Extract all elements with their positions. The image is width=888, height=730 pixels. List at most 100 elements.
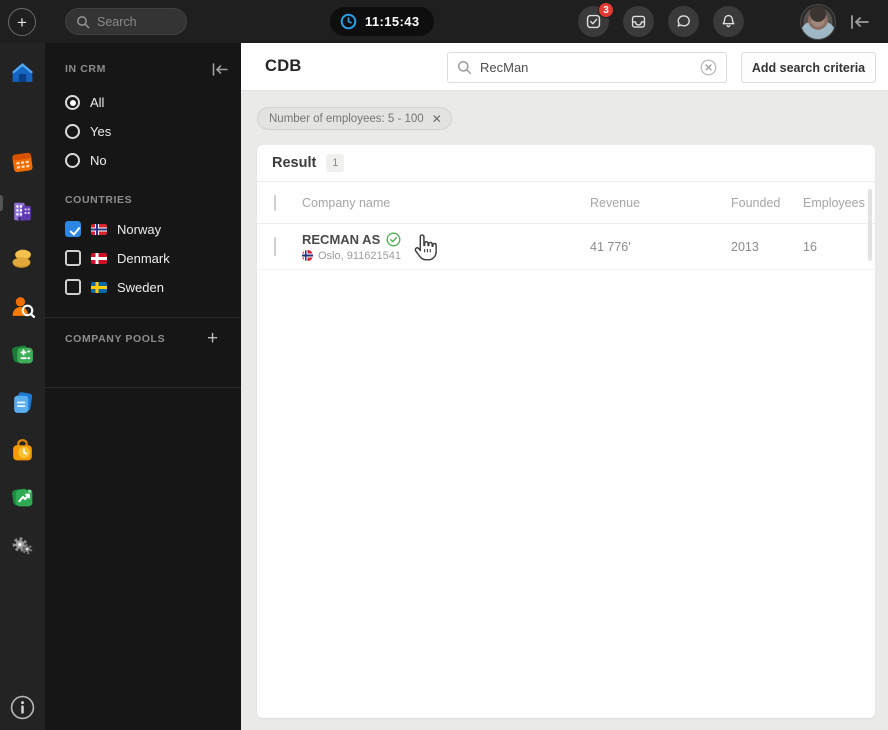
radio-option-all[interactable]: All	[65, 95, 104, 110]
norway-flag-icon	[302, 250, 313, 261]
radio-option-no[interactable]: No	[65, 153, 107, 168]
reports-icon	[9, 484, 36, 511]
radio-icon	[65, 153, 80, 168]
global-search-input[interactable]	[97, 14, 177, 29]
column-employees[interactable]: Employees	[803, 196, 875, 210]
revenue-value: 41 776'	[590, 239, 631, 254]
calculator-icon	[9, 341, 36, 368]
info-icon	[9, 694, 36, 721]
search-icon	[457, 60, 472, 75]
results-panel: Result 1 Company name Revenue Founded Em…	[257, 145, 875, 718]
radio-option-yes[interactable]: Yes	[65, 124, 111, 139]
time-bag-icon	[9, 437, 36, 464]
rail-item-reports[interactable]	[9, 484, 36, 511]
column-company-name[interactable]: Company name	[302, 196, 590, 210]
checkbox-icon	[65, 250, 81, 266]
rail-item-candidates[interactable]	[9, 245, 36, 272]
country-option-sweden[interactable]: Sweden	[65, 279, 164, 295]
filter-sidebar: IN CRM All Yes No COUNTRIES Norway Denma…	[45, 43, 241, 730]
inbox-icon	[630, 13, 647, 30]
rail-item-sourcing[interactable]	[9, 293, 36, 320]
row-checkbox[interactable]	[274, 236, 276, 256]
rail-item-economy[interactable]	[9, 341, 36, 368]
chat-icon	[675, 13, 692, 30]
add-company-pool-button[interactable]: +	[207, 329, 218, 348]
company-pools-section-title: COMPANY POOLS	[65, 333, 166, 345]
tasks-button[interactable]: 3	[578, 2, 614, 37]
country-option-denmark[interactable]: Denmark	[65, 250, 170, 266]
home-icon	[9, 59, 36, 86]
countries-section-title: COUNTRIES	[65, 194, 133, 206]
notifications-button[interactable]	[713, 6, 744, 37]
cdb-search	[447, 52, 727, 83]
add-search-criteria-button[interactable]: Add search criteria	[741, 52, 876, 83]
clear-search-icon[interactable]	[700, 59, 717, 76]
global-search[interactable]	[65, 8, 187, 35]
country-label: Denmark	[117, 250, 170, 266]
employees-value: 16	[803, 239, 817, 254]
rail-item-settings[interactable]	[9, 532, 36, 559]
column-founded[interactable]: Founded	[731, 196, 803, 210]
country-option-norway[interactable]: Norway	[65, 221, 161, 237]
page-header: CDB Add search criteria	[241, 43, 888, 91]
rail-item-companies[interactable]	[9, 197, 36, 224]
table-row[interactable]: RECMAN AS Oslo, 911621541 41 776' 2013 1…	[257, 224, 875, 270]
collapse-panel-button[interactable]	[848, 12, 872, 32]
company-location: Oslo, 911621541	[318, 249, 401, 262]
checkbox-icon	[65, 279, 81, 295]
checkbox-checked-icon	[65, 221, 81, 237]
radio-label: No	[90, 153, 107, 168]
column-revenue[interactable]: Revenue	[590, 196, 731, 210]
collapse-left-icon	[848, 12, 872, 32]
norway-flag-icon	[91, 223, 107, 235]
settings-gears-icon	[9, 532, 36, 559]
plus-icon: +	[17, 12, 27, 32]
inbox-button[interactable]	[623, 6, 654, 37]
top-bar: + 11:15:43 3	[0, 0, 888, 43]
radio-label: Yes	[90, 124, 112, 139]
page-title: CDB	[265, 57, 302, 75]
divider	[45, 317, 241, 318]
cdb-search-input[interactable]	[480, 60, 692, 75]
time-tracker[interactable]: 11:15:43	[330, 7, 434, 36]
table-header-row: Company name Revenue Founded Employees	[257, 182, 875, 224]
main-content: CDB Add search criteria Number of employ…	[241, 43, 888, 730]
bell-icon	[720, 13, 737, 30]
company-name-link[interactable]: RECMAN AS	[302, 232, 380, 247]
country-label: Norway	[117, 221, 162, 237]
person-search-icon	[9, 293, 36, 320]
radio-icon	[65, 124, 80, 139]
add-new-button[interactable]: +	[8, 8, 36, 36]
filter-chip-employees: Number of employees: 5 - 100 ✕	[257, 107, 452, 130]
chat-button[interactable]	[668, 6, 699, 37]
rail-item-documents[interactable]	[9, 389, 36, 416]
verified-icon	[386, 232, 401, 247]
notification-badge: 3	[598, 2, 614, 18]
calendar-icon	[9, 149, 36, 176]
divider	[45, 387, 241, 388]
rail-item-home[interactable]	[9, 59, 36, 86]
sidebar-collapse-button[interactable]	[211, 62, 229, 77]
clock-icon	[340, 13, 357, 30]
clock-time: 11:15:43	[365, 14, 420, 29]
app-rail	[0, 43, 45, 730]
select-all-checkbox[interactable]	[274, 194, 276, 211]
remove-filter-icon[interactable]: ✕	[432, 113, 442, 125]
candidates-icon	[9, 245, 36, 272]
filter-chip-text: Number of employees: 5 - 100	[269, 112, 424, 125]
rail-item-time[interactable]	[9, 437, 36, 464]
country-label: Sweden	[117, 279, 164, 295]
topbar-actions: 3	[578, 0, 888, 43]
user-avatar[interactable]	[800, 3, 836, 40]
radio-icon	[65, 95, 80, 110]
search-icon	[76, 15, 90, 29]
rail-item-info[interactable]	[9, 694, 36, 721]
documents-icon	[9, 389, 36, 416]
company-cell: RECMAN AS Oslo, 911621541	[302, 232, 590, 262]
scrollbar-thumb[interactable]	[868, 189, 872, 261]
radio-label: All	[90, 95, 105, 110]
sweden-flag-icon	[91, 281, 107, 293]
result-count-badge: 1	[326, 154, 345, 172]
rail-item-calendar[interactable]	[9, 149, 36, 176]
collapse-left-icon	[211, 62, 229, 77]
